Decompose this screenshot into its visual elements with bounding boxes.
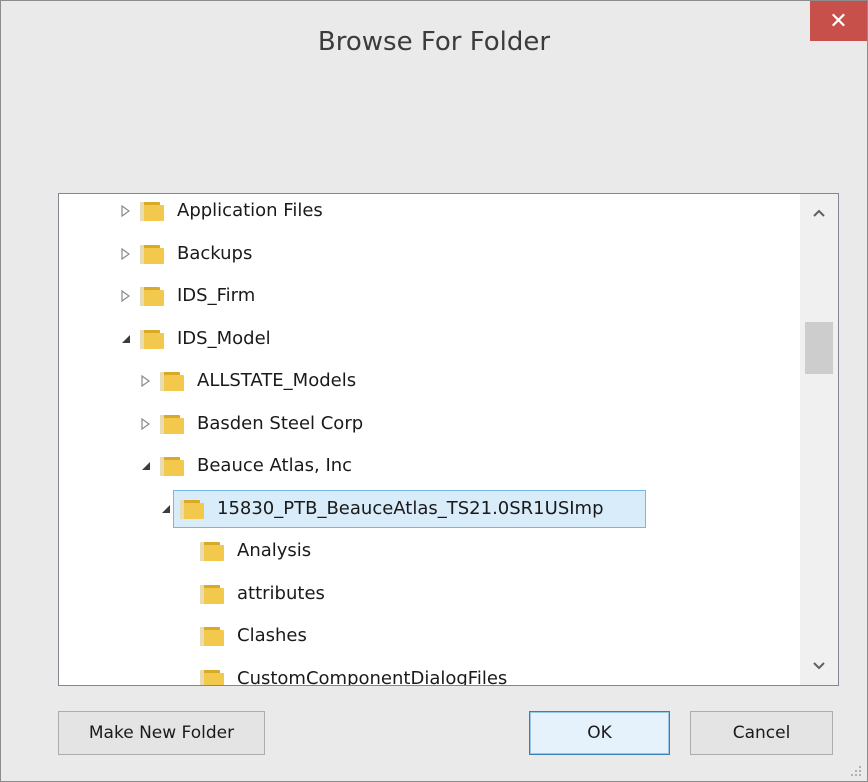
close-icon: ✕: [829, 8, 848, 34]
tree-item[interactable]: CustomComponentDialogFiles: [59, 660, 800, 686]
tree-item[interactable]: Backups: [59, 235, 800, 273]
tree-item[interactable]: 15830_PTB_BeauceAtlas_TS21.0SR1USImp: [59, 490, 800, 528]
triangle-right-outline-icon[interactable]: [119, 289, 133, 303]
cancel-button[interactable]: Cancel: [690, 711, 833, 755]
chevron-up-icon: [813, 209, 825, 217]
scroll-thumb[interactable]: [805, 322, 833, 374]
tree-item[interactable]: IDS_Firm: [59, 277, 800, 315]
make-new-folder-label: Make New Folder: [88, 723, 235, 743]
tree-item[interactable]: IDS_Model: [59, 320, 800, 358]
folder-tree[interactable]: Application Files Backups IDS_Firm IDS_Mode…: [58, 193, 839, 686]
tree-item[interactable]: Application Files: [59, 194, 800, 230]
tree-item-label: Application Files: [177, 200, 323, 221]
tree-item-label: CustomComponentDialogFiles: [237, 668, 508, 686]
tree-item[interactable]: Basden Steel Corp: [59, 405, 800, 443]
tree-item-label: 15830_PTB_BeauceAtlas_TS21.0SR1USImp: [217, 498, 604, 519]
browse-for-folder-dialog: Browse For Folder ✕ Application Files Bac…: [0, 0, 868, 782]
chevron-down-icon: [813, 662, 825, 670]
resize-grip-icon[interactable]: [849, 764, 863, 778]
tree-item[interactable]: Beauce Atlas, Inc: [59, 447, 800, 485]
tree-item-label: Basden Steel Corp: [197, 413, 364, 434]
triangle-down-filled-icon[interactable]: [139, 459, 153, 473]
tree-item[interactable]: ALLSTATE_Models: [59, 362, 800, 400]
ok-label: OK: [587, 723, 612, 743]
folder-icon: [159, 413, 185, 435]
tree-item-label: Backups: [177, 243, 253, 264]
triangle-right-outline-icon[interactable]: [139, 417, 153, 431]
folder-icon: [199, 583, 225, 605]
scroll-down-button[interactable]: [800, 647, 838, 685]
folder-icon: [199, 668, 225, 685]
folder-icon: [139, 328, 165, 350]
folder-icon: [199, 540, 225, 562]
tree-item-label: Clashes: [237, 625, 307, 646]
scroll-up-button[interactable]: [800, 194, 838, 232]
tree-item[interactable]: attributes: [59, 575, 800, 613]
folder-icon: [199, 625, 225, 647]
folder-icon: [139, 200, 165, 222]
folder-icon: [159, 370, 185, 392]
triangle-right-outline-icon[interactable]: [119, 204, 133, 218]
tree-item-label: ALLSTATE_Models: [197, 370, 357, 391]
folder-icon: [179, 498, 205, 520]
tree-item-label: Beauce Atlas, Inc: [197, 455, 353, 476]
folder-icon: [159, 455, 185, 477]
close-button[interactable]: ✕: [810, 1, 867, 41]
tree-item[interactable]: Analysis: [59, 532, 800, 570]
tree-item[interactable]: Clashes: [59, 617, 800, 655]
vertical-scrollbar[interactable]: [800, 194, 838, 685]
tree-item-label: IDS_Firm: [177, 285, 256, 306]
triangle-right-outline-icon[interactable]: [119, 247, 133, 261]
tree-item-label: Analysis: [237, 540, 312, 561]
tree-item-label: IDS_Model: [177, 328, 271, 349]
triangle-down-filled-icon[interactable]: [159, 502, 173, 516]
folder-icon: [139, 243, 165, 265]
triangle-down-filled-icon[interactable]: [119, 332, 133, 346]
dialog-title: Browse For Folder: [317, 27, 551, 57]
make-new-folder-button[interactable]: Make New Folder: [58, 711, 265, 755]
title-bar: Browse For Folder ✕: [1, 1, 867, 83]
tree-item-label: attributes: [237, 583, 325, 604]
cancel-label: Cancel: [732, 723, 791, 743]
folder-icon: [139, 285, 165, 307]
triangle-right-outline-icon[interactable]: [139, 374, 153, 388]
ok-button[interactable]: OK: [529, 711, 670, 755]
